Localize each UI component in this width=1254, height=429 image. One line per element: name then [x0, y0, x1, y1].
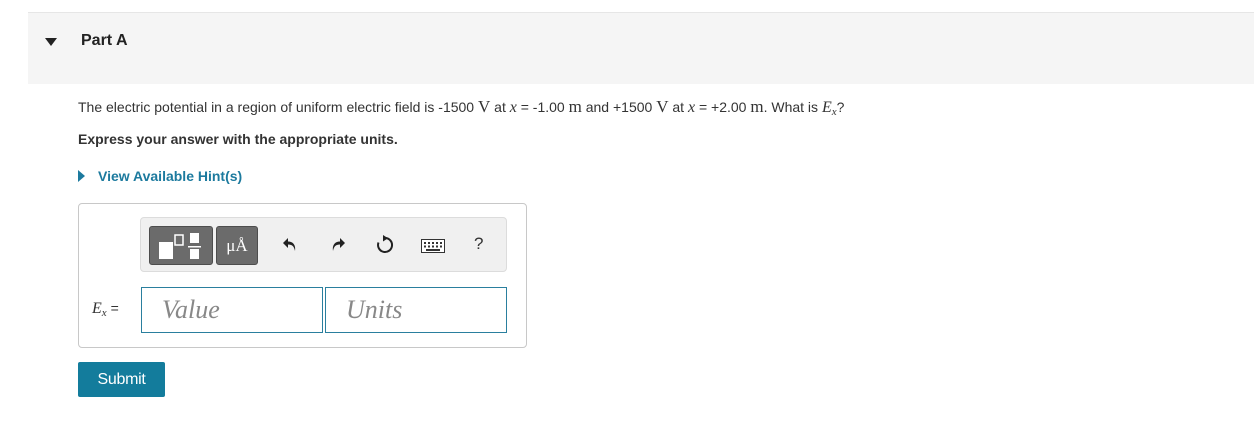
undo-icon[interactable] [282, 236, 300, 252]
value-input[interactable] [141, 287, 323, 333]
units-button[interactable]: μÅ [216, 226, 258, 265]
hint-link-label: View Available Hint(s) [98, 168, 243, 184]
part-title: Part A [81, 32, 128, 49]
view-hints-link[interactable]: View Available Hint(s) [78, 168, 242, 184]
templates-button[interactable] [149, 226, 213, 265]
submit-button[interactable]: Submit [78, 362, 165, 397]
answer-variable-label: Ex = [92, 300, 119, 319]
units-input[interactable] [325, 287, 507, 333]
redo-icon[interactable] [328, 236, 346, 252]
templates-icon [159, 233, 201, 259]
keyboard-icon[interactable] [421, 239, 445, 253]
collapse-triangle-icon[interactable] [44, 37, 58, 47]
help-button[interactable]: ? [474, 234, 483, 254]
answer-instruction: Express your answer with the appropriate… [78, 131, 398, 147]
expand-triangle-icon [78, 170, 85, 182]
reset-icon[interactable] [375, 235, 395, 255]
part-header [28, 12, 1254, 84]
question-text: The electric potential in a region of un… [78, 97, 845, 118]
